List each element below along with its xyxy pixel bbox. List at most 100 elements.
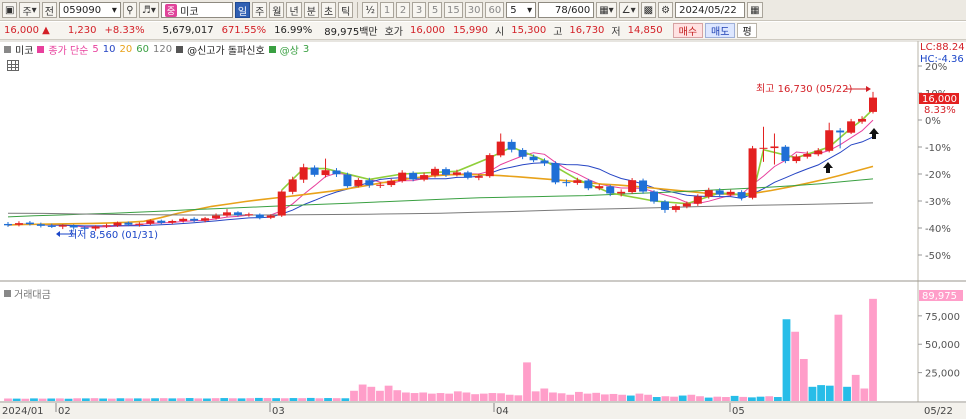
interval-15[interactable]: 15 xyxy=(444,2,463,18)
speaker-icon[interactable]: ♬▾ xyxy=(138,2,159,18)
volume-bar xyxy=(229,398,237,401)
volume-bars xyxy=(4,298,877,401)
candle-body xyxy=(617,191,626,194)
fraction-button[interactable]: ½ xyxy=(362,2,378,18)
candle-body xyxy=(409,172,418,180)
price-chart[interactable]: 2024/01 02 03 04 05 05/22 20% 10% 0% -10% -20% -30… xyxy=(0,0,966,419)
candle-body xyxy=(551,163,560,183)
ask-label: 호가 xyxy=(384,27,404,38)
pct-tag: 8.33% xyxy=(924,105,956,116)
candle-body xyxy=(277,191,286,216)
candle-body xyxy=(332,170,341,175)
volume-bar xyxy=(825,385,834,401)
volume-bar xyxy=(799,358,808,401)
candle-body xyxy=(781,146,790,162)
volume-bar xyxy=(237,398,246,401)
interval-3[interactable]: 3 xyxy=(412,2,426,18)
volume-bar xyxy=(168,398,177,401)
sell-button[interactable]: 매도 xyxy=(705,23,736,38)
volume-bar xyxy=(125,398,133,401)
candle-body xyxy=(4,223,12,226)
search-icon[interactable]: ⚲ xyxy=(122,2,137,18)
candlesticks xyxy=(4,91,877,231)
calendar-icon[interactable]: ▦ xyxy=(747,2,763,18)
period-second[interactable]: 초 xyxy=(320,2,337,18)
interval-5[interactable]: 5 xyxy=(428,2,442,18)
interval-30[interactable]: 30 xyxy=(464,2,484,18)
volume-bar xyxy=(497,393,505,401)
candle-body xyxy=(529,156,538,161)
volume-bar xyxy=(730,395,739,401)
volume-bar xyxy=(488,393,497,401)
volume-ratio: 671.55% xyxy=(221,25,267,36)
interval-1[interactable]: 1 xyxy=(380,2,394,18)
candle-body xyxy=(343,174,352,187)
grid-options-icon[interactable]: ▦▾ xyxy=(596,2,617,18)
volume-bar xyxy=(142,398,151,401)
price-tag: 16,000 xyxy=(922,94,957,105)
candle-body xyxy=(584,180,593,189)
y-tick-label: 0% xyxy=(925,116,941,127)
volume-bar xyxy=(670,396,678,401)
x-tick-label: 2024/01 xyxy=(2,406,44,417)
low-label: 저 xyxy=(611,27,621,38)
volume-bar xyxy=(367,386,376,401)
volume-bar xyxy=(358,384,367,401)
period-month[interactable]: 월 xyxy=(269,2,285,18)
date-input[interactable]: 2024/05/22 xyxy=(675,2,746,18)
legend-sang-value: 3 xyxy=(302,43,310,55)
volume-bar xyxy=(575,391,583,401)
stock-name-field[interactable]: 중 미코 xyxy=(160,2,233,18)
volume-bar xyxy=(324,398,332,401)
bid-price: 15,990 xyxy=(453,25,489,36)
candle-body xyxy=(354,179,363,186)
interval-60[interactable]: 60 xyxy=(485,2,505,18)
volume-bar xyxy=(289,398,298,401)
buy-button[interactable]: 매수 xyxy=(672,23,704,38)
line-tool-icon[interactable]: ∠▾ xyxy=(618,2,639,18)
volume-bar xyxy=(246,398,255,401)
menu-dropdown[interactable]: 주 ▾ xyxy=(19,2,40,18)
y-tick-label: -30% xyxy=(925,197,951,208)
interval-2[interactable]: 2 xyxy=(396,2,410,18)
period-minute[interactable]: 분 xyxy=(303,2,319,18)
candle-body xyxy=(474,176,483,178)
view-count-input[interactable]: 78/600 xyxy=(538,2,595,18)
grid-icon[interactable] xyxy=(7,60,19,71)
volume-bar xyxy=(644,394,652,401)
legend-ma120: 120 xyxy=(152,43,173,55)
candle-body xyxy=(858,118,867,122)
volume-bar xyxy=(843,386,851,401)
window-icon[interactable]: ▣ xyxy=(2,2,18,18)
legend-ma10: 10 xyxy=(102,43,116,55)
volume-bar xyxy=(272,398,281,401)
volume-bar xyxy=(635,393,644,401)
volume-pane-title: 거래대금 xyxy=(4,286,51,301)
legend-square-icon xyxy=(37,45,45,53)
market-dropdown[interactable]: 전 xyxy=(41,2,57,18)
period-tick[interactable]: 틱 xyxy=(338,2,354,18)
period-week[interactable]: 주 xyxy=(252,2,268,18)
volume-bar xyxy=(817,385,825,401)
eval-button[interactable]: 평 xyxy=(737,23,757,38)
volume-bar xyxy=(652,397,661,401)
legend-sang-label: @상 xyxy=(279,45,299,57)
candle-body xyxy=(869,97,877,112)
candle-body xyxy=(496,141,505,156)
gear-icon[interactable]: ⚙ xyxy=(658,2,674,18)
y-tick-label: -40% xyxy=(925,224,951,235)
save-icon[interactable]: ▩ xyxy=(640,2,657,18)
moving-average-lines xyxy=(7,108,874,228)
volume-bar xyxy=(177,398,185,401)
legend-square-icon xyxy=(4,45,11,53)
candle-body xyxy=(233,212,242,216)
candle-body xyxy=(135,223,144,225)
interval-select[interactable]: 5 ▾ xyxy=(506,2,537,18)
volume-bar xyxy=(427,393,436,401)
period-day[interactable]: 일 xyxy=(234,2,251,18)
volume-bar xyxy=(263,398,272,401)
period-year[interactable]: 년 xyxy=(286,2,302,18)
stock-code-input[interactable]: 059090 ▾ xyxy=(58,2,121,18)
chart-toolbar: ▣ 주 ▾ 전 059090 ▾ ⚲ ♬▾ 중 미코 일 주 월 년 분 초 틱 ½… xyxy=(0,0,966,21)
candle-body xyxy=(299,167,308,180)
